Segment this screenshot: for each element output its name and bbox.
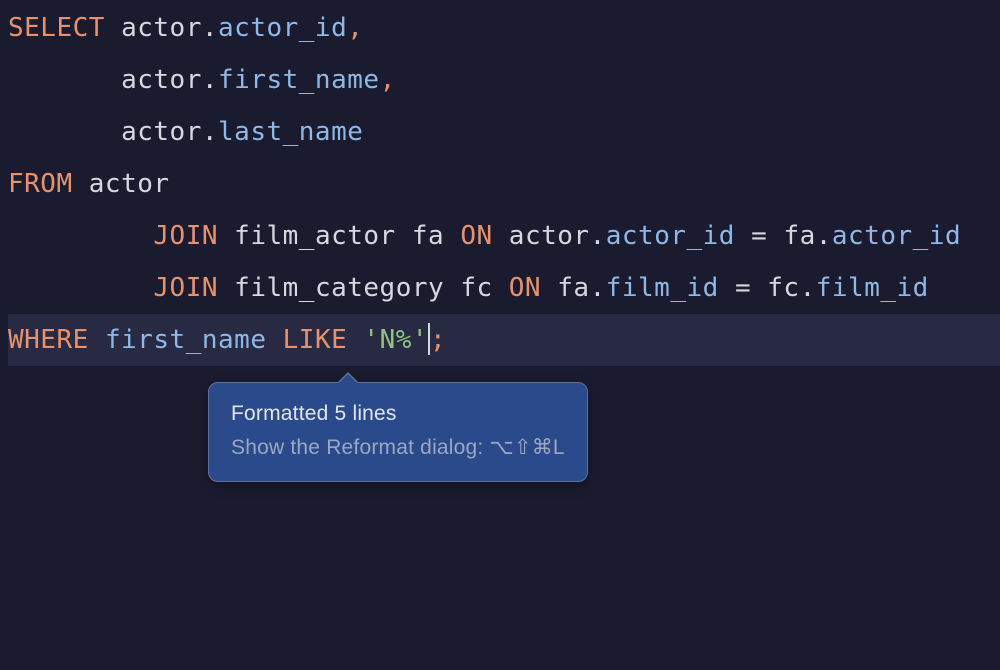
field: first_name xyxy=(105,325,267,355)
string-literal: 'N%' xyxy=(363,325,428,355)
code-editor[interactable]: SELECT actor.actor_id, actor.first_name,… xyxy=(0,2,1000,366)
tooltip-title: Formatted 5 lines xyxy=(231,397,565,431)
field: first_name xyxy=(218,65,380,95)
identifier: actor xyxy=(121,65,202,95)
field: film_id xyxy=(816,273,929,303)
keyword-like: LIKE xyxy=(283,325,348,355)
tooltip-subtitle[interactable]: Show the Reformat dialog: ⌥⇧⌘L xyxy=(231,431,565,465)
code-line-current[interactable]: WHERE first_name LIKE 'N%'; xyxy=(8,314,1000,366)
identifier: actor xyxy=(121,117,202,147)
reformat-tooltip[interactable]: Formatted 5 lines Show the Reformat dial… xyxy=(208,382,588,482)
keyword-from: FROM xyxy=(8,169,73,199)
field: actor_id xyxy=(606,221,735,251)
identifier: film_actor fa xyxy=(234,221,460,251)
identifier: fa xyxy=(557,273,589,303)
identifier: actor xyxy=(121,13,202,43)
keyword-select: SELECT xyxy=(8,13,105,43)
code-line[interactable]: actor.first_name, xyxy=(8,54,1000,106)
identifier: actor xyxy=(509,221,590,251)
keyword-join: JOIN xyxy=(153,273,218,303)
identifier: fa xyxy=(783,221,815,251)
identifier: film_category fc xyxy=(234,273,509,303)
code-line[interactable]: JOIN film_category fc ON fa.film_id = fc… xyxy=(8,262,1000,314)
code-line[interactable]: FROM actor xyxy=(8,158,1000,210)
keyword-join: JOIN xyxy=(153,221,218,251)
keyword-on: ON xyxy=(509,273,541,303)
tooltip-sub-text: Show the Reformat dialog: xyxy=(231,436,490,459)
field: actor_id xyxy=(832,221,961,251)
keyword-where: WHERE xyxy=(8,325,89,355)
code-line[interactable]: SELECT actor.actor_id, xyxy=(8,2,1000,54)
identifier: fc xyxy=(767,273,799,303)
keyword-on: ON xyxy=(460,221,492,251)
field: actor_id xyxy=(218,13,347,43)
field: film_id xyxy=(606,273,719,303)
keyboard-shortcut: ⌥⇧⌘L xyxy=(490,436,565,459)
identifier: actor xyxy=(89,169,170,199)
code-line[interactable]: actor.last_name xyxy=(8,106,1000,158)
code-line[interactable]: JOIN film_actor fa ON actor.actor_id = f… xyxy=(8,210,1000,262)
field: last_name xyxy=(218,117,363,147)
